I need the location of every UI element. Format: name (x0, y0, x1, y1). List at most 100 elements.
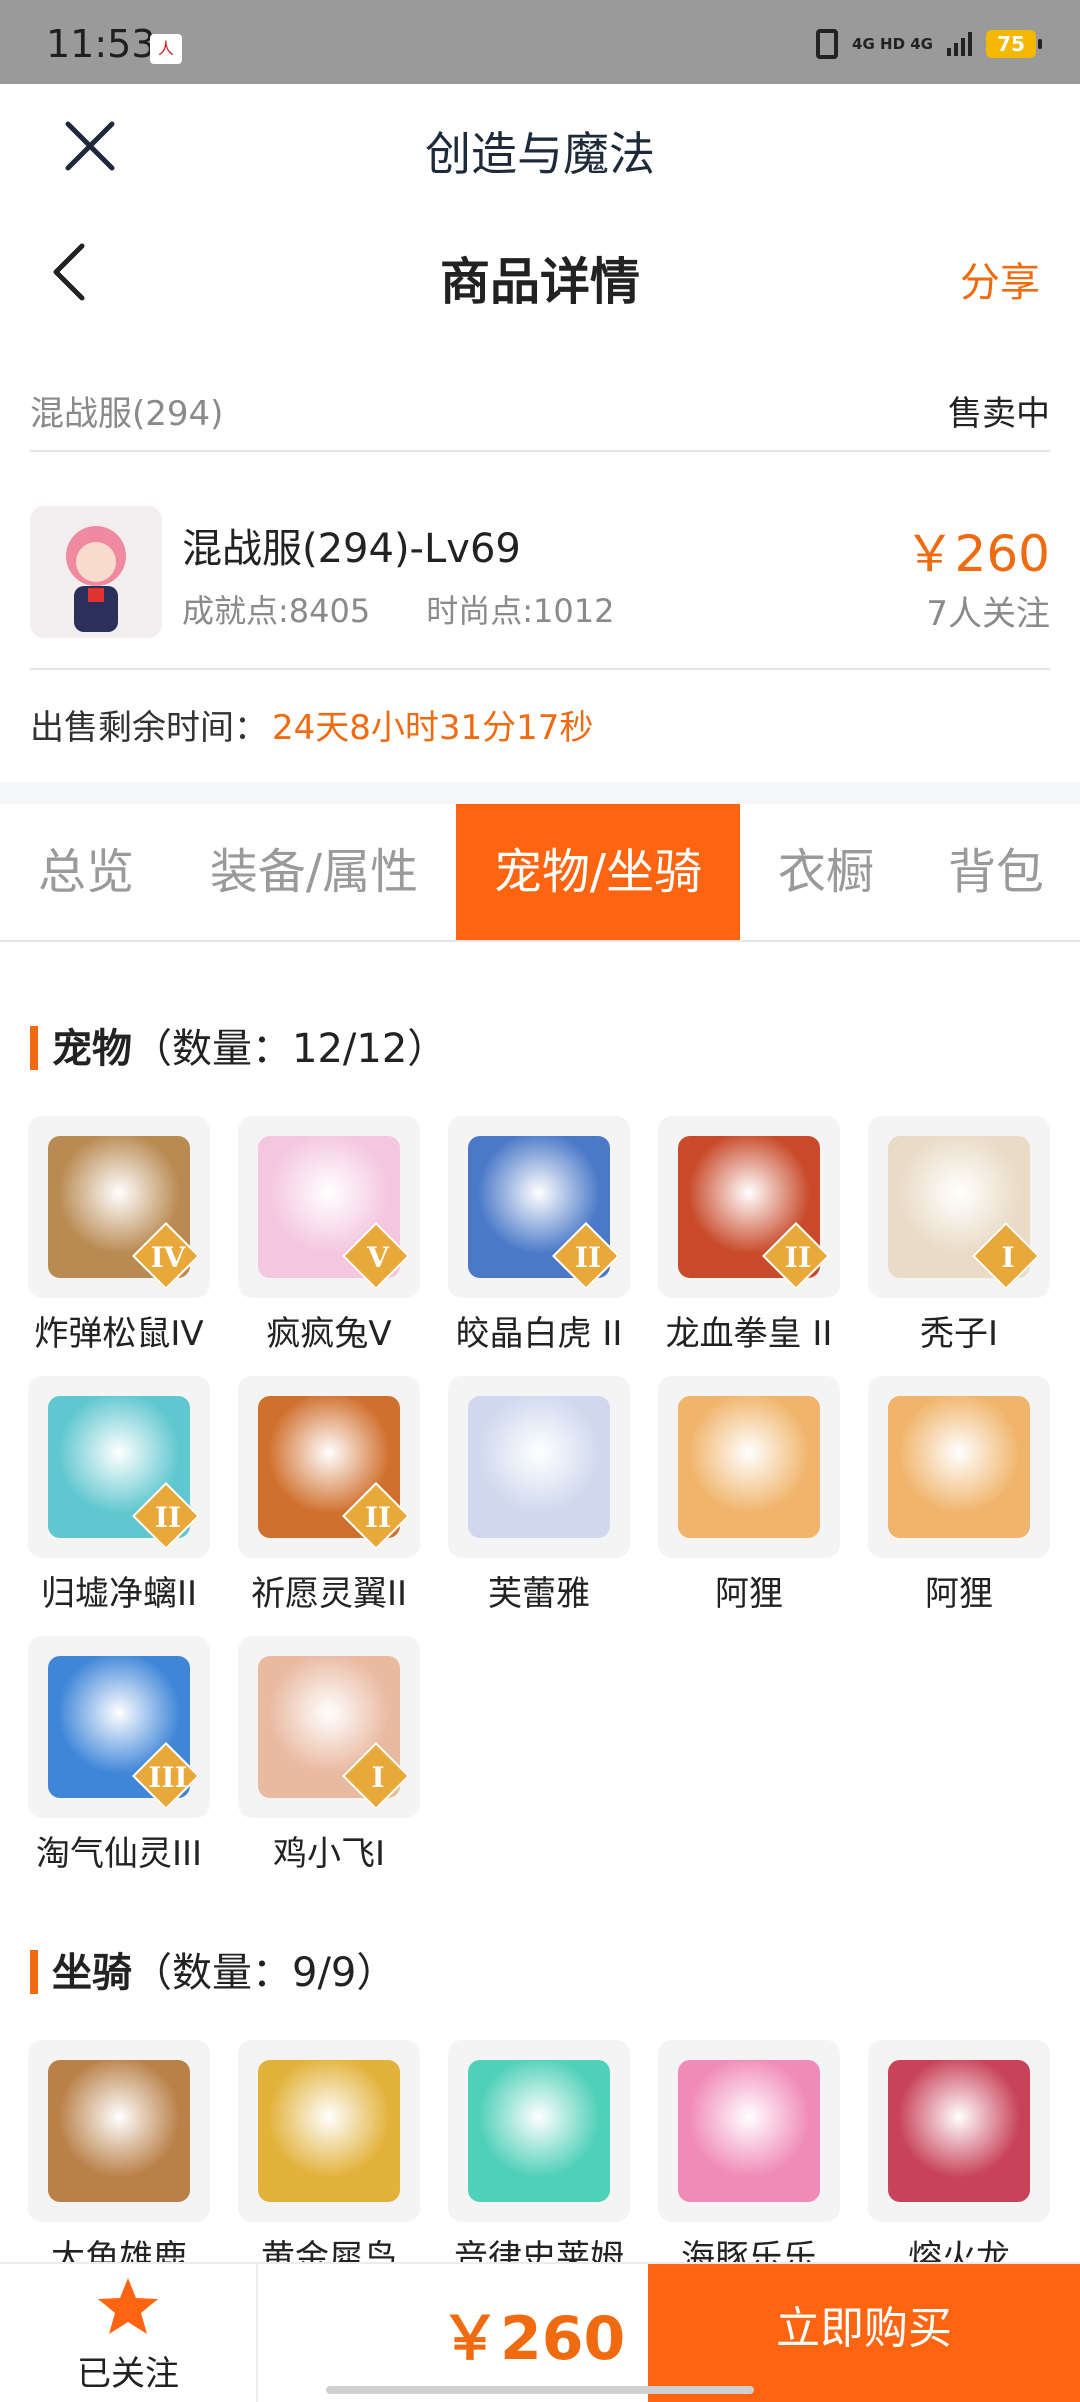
pet-item[interactable]: II 祈愿灵翼II (238, 1376, 420, 1615)
product-price: ￥260 (904, 525, 1050, 583)
mount-thumbnail (448, 2040, 630, 2222)
pet-item[interactable]: II 归墟净螭II (28, 1376, 210, 1615)
remaining-time-label: 出售剩余时间： (30, 708, 268, 748)
fashion-points: 时尚点:1012 (426, 592, 615, 630)
pet-name: 归墟净螭II (40, 1574, 198, 1614)
rank-label: V (367, 1241, 389, 1274)
pet-image (468, 1396, 610, 1538)
rank-label: II (364, 1501, 392, 1534)
rank-label: I (371, 1761, 385, 1794)
pet-name: 疯疯兔V (266, 1314, 392, 1354)
rank-label: I (1001, 1241, 1015, 1274)
pet-thumbnail: II (658, 1116, 840, 1298)
pet-thumbnail (448, 1376, 630, 1558)
home-indicator[interactable] (326, 2386, 754, 2394)
nav-bar: 商品详情 分享 (0, 210, 1080, 338)
tab-backpack[interactable]: 背包 (912, 804, 1080, 940)
pet-thumbnail: II (448, 1116, 630, 1298)
server-row: 混战服(294) 售卖中 (30, 370, 1050, 452)
pet-name: 炸弹松鼠IV (34, 1314, 204, 1354)
tab-wardrobe[interactable]: 衣橱 (740, 804, 912, 940)
product-title: 混战服(294)-Lv69 (182, 526, 521, 572)
mount-item[interactable]: 海豚乐乐 (658, 2040, 840, 2279)
share-button[interactable]: 分享 (960, 250, 1040, 308)
status-indicators: 4G HD 4G 75 (816, 26, 1042, 62)
notification-app-icon: 人 (150, 34, 182, 64)
pet-name: 鸡小飞I (272, 1834, 386, 1874)
pet-name: 秃子I (919, 1314, 999, 1354)
status-bar: 11:53 人 4G HD 4G 75 (0, 0, 1080, 84)
rank-label: IV (150, 1241, 186, 1274)
pet-thumbnail: I (238, 1636, 420, 1818)
mount-image (888, 2060, 1030, 2202)
signal-icon (947, 32, 972, 56)
pet-item[interactable]: II 皎晶白虎 II (448, 1116, 630, 1355)
page-title: 商品详情 (440, 253, 640, 311)
product-stats: 成就点:8405 时尚点:1012 (182, 586, 614, 632)
pets-section-title: 宠物（数量：12/12） (30, 1016, 447, 1074)
mounts-title: 坐骑 (52, 1950, 132, 1996)
mount-image (48, 2060, 190, 2202)
mount-item[interactable]: 音律史莱姆 (448, 2040, 630, 2279)
pet-thumbnail: II (28, 1376, 210, 1558)
mount-thumbnail (28, 2040, 210, 2222)
mounts-section-title: 坐骑（数量：9/9） (30, 1940, 396, 1998)
buy-now-button[interactable]: 立即购买 (648, 2264, 1080, 2402)
tab-pets-mounts[interactable]: 宠物/坐骑 (456, 804, 740, 940)
mount-item[interactable]: 熔火龙 (868, 2040, 1050, 2279)
pet-name: 淘气仙灵III (35, 1834, 203, 1874)
mount-image (678, 2060, 820, 2202)
pet-name: 皎晶白虎 II (455, 1314, 623, 1354)
follow-label: 已关注 (77, 2354, 179, 2394)
product-summary[interactable]: 混战服(294)-Lv69 成就点:8405 时尚点:1012 ￥260 7人关注 (30, 476, 1050, 670)
pet-thumbnail: IV (28, 1116, 210, 1298)
tab-overview[interactable]: 总览 (0, 804, 172, 940)
character-avatar (30, 506, 162, 638)
network-label: 4G HD 4G (852, 35, 933, 53)
pet-thumbnail: III (28, 1636, 210, 1818)
pet-thumbnail: V (238, 1116, 420, 1298)
pet-name: 龙血拳皇 II (665, 1314, 833, 1354)
mount-image (258, 2060, 400, 2202)
pet-thumbnail: I (868, 1116, 1050, 1298)
pet-image (678, 1396, 820, 1538)
pet-name: 阿狸 (925, 1574, 993, 1614)
mount-item[interactable]: 黄金犀鸟 (238, 2040, 420, 2279)
pet-name: 阿狸 (715, 1574, 783, 1614)
pet-item[interactable]: 阿狸 (868, 1376, 1050, 1615)
detail-tabs: 总览 装备/属性 宠物/坐骑 衣橱 背包 (0, 804, 1080, 942)
pet-name: 芙蕾雅 (488, 1574, 590, 1614)
follow-button[interactable]: 已关注 (0, 2264, 258, 2402)
mount-item[interactable]: 大角雄鹿 (28, 2040, 210, 2279)
star-icon (98, 2278, 158, 2334)
pet-item[interactable]: 芙蕾雅 (448, 1376, 630, 1615)
rank-label: III (148, 1761, 188, 1794)
pet-thumbnail (658, 1376, 840, 1558)
app-title: 创造与魔法 (425, 127, 655, 181)
follower-count: 7人关注 (926, 594, 1050, 634)
pet-item[interactable]: III 淘气仙灵III (28, 1636, 210, 1875)
pets-count: （数量：12/12） (132, 1026, 448, 1072)
mounts-count: （数量：9/9） (132, 1950, 397, 1996)
rank-label: II (784, 1241, 812, 1274)
sale-status: 售卖中 (948, 394, 1050, 434)
rank-label: II (574, 1241, 602, 1274)
bottom-action-bar: 已关注 ￥260 立即购买 (0, 2262, 1080, 2402)
remaining-time-value: 24天8小时31分17秒 (272, 708, 594, 748)
pet-image (888, 1396, 1030, 1538)
tab-equipment[interactable]: 装备/属性 (172, 804, 456, 940)
mount-thumbnail (238, 2040, 420, 2222)
pet-item[interactable]: V 疯疯兔V (238, 1116, 420, 1355)
remaining-time: 出售剩余时间： 24天8小时31分17秒 (30, 700, 593, 749)
pet-name: 祈愿灵翼II (250, 1574, 408, 1614)
section-divider (0, 782, 1080, 804)
pet-item[interactable]: IV 炸弹松鼠IV (28, 1116, 210, 1355)
pet-thumbnail (868, 1376, 1050, 1558)
status-time: 11:53 (46, 22, 156, 66)
pet-item[interactable]: I 鸡小飞I (238, 1636, 420, 1875)
pet-item[interactable]: I 秃子I (868, 1116, 1050, 1355)
pet-item[interactable]: 阿狸 (658, 1376, 840, 1615)
server-name: 混战服(294) (30, 394, 224, 434)
pet-item[interactable]: II 龙血拳皇 II (658, 1116, 840, 1355)
mount-image (468, 2060, 610, 2202)
